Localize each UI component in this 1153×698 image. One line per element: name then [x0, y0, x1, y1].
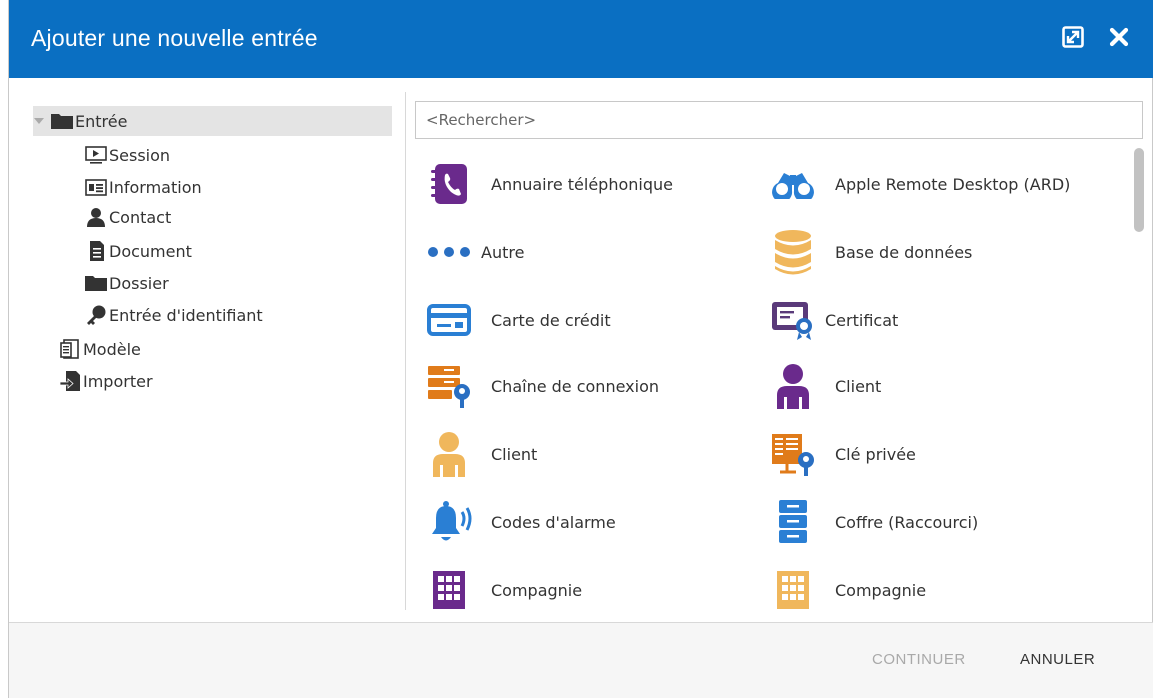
connection-string-icon: [425, 362, 473, 410]
entry-label: Compagnie: [491, 580, 583, 600]
tree-item-label: Importer: [83, 371, 153, 391]
entry-autre[interactable]: Autre: [425, 227, 524, 277]
entry-carte-de-credit[interactable]: Carte de crédit: [425, 295, 611, 345]
entry-label: Annuaire téléphonique: [491, 174, 673, 194]
alarm-icon: [425, 498, 473, 546]
entry-label: Carte de crédit: [491, 310, 611, 330]
contact-icon: [85, 207, 107, 227]
dialog-title: Ajouter une nouvelle entrée: [31, 25, 318, 51]
tree-item-modele[interactable]: Modèle: [59, 334, 141, 364]
tree-item-label: Contact: [109, 207, 172, 227]
company-icon: [769, 566, 817, 610]
import-icon: [59, 371, 81, 391]
maximize-button[interactable]: [1058, 22, 1088, 52]
entry-coffre-raccourci[interactable]: Coffre (Raccourci): [769, 497, 978, 547]
entry-label: Certificat: [825, 310, 899, 330]
entry-compagnie-purple[interactable]: Compagnie: [425, 565, 582, 610]
tree-item-label: Session: [109, 145, 171, 165]
vault-shortcut-icon: [769, 498, 817, 546]
entry-type-grid: Annuaire téléphonique Apple Remote Deskt…: [415, 148, 1131, 610]
entry-grid-scrollbar[interactable]: [1134, 148, 1144, 610]
entry-label: Base de données: [835, 242, 973, 262]
credit-card-icon: [425, 296, 473, 344]
entry-phonebook[interactable]: Annuaire téléphonique: [425, 159, 673, 209]
dialog-footer: CONTINUER ANNULER: [9, 622, 1153, 698]
tree-item-label: Document: [109, 241, 192, 261]
scrollbar-thumb[interactable]: [1134, 148, 1144, 232]
ellipsis-icon: [425, 228, 473, 276]
entry-chaine-de-connexion[interactable]: Chaîne de connexion: [425, 361, 659, 411]
entry-label: Codes d'alarme: [491, 512, 616, 532]
entry-label: Client: [835, 376, 882, 396]
binoculars-icon: [769, 160, 817, 208]
tree-item-contact[interactable]: Contact: [85, 202, 171, 232]
continue-button[interactable]: CONTINUER: [872, 651, 966, 668]
entry-label: Clé privée: [835, 444, 916, 464]
entry-compagnie-orange[interactable]: Compagnie: [769, 565, 926, 610]
tree-item-information[interactable]: Information: [85, 172, 202, 202]
entry-certificat[interactable]: Certificat: [769, 295, 898, 345]
database-icon: [769, 228, 817, 276]
maximize-icon: [1062, 26, 1084, 48]
dialog-title-bar: Ajouter une nouvelle entrée: [9, 0, 1153, 78]
tree-item-entree[interactable]: Entrée: [33, 106, 392, 136]
information-card-icon: [85, 177, 107, 197]
close-button[interactable]: [1104, 22, 1134, 52]
certificate-icon: [769, 296, 817, 344]
entry-client-orange[interactable]: Client: [425, 429, 537, 479]
cancel-button[interactable]: ANNULER: [1020, 651, 1095, 668]
phonebook-icon: [425, 160, 473, 208]
entry-label: Compagnie: [835, 580, 927, 600]
entry-base-de-donnees[interactable]: Base de données: [769, 227, 972, 277]
entry-cle-privee[interactable]: Clé privée: [769, 429, 916, 479]
folder-icon: [85, 273, 107, 293]
private-key-icon: [769, 430, 817, 478]
tree-item-label: Modèle: [83, 339, 141, 359]
tree-item-label: Dossier: [109, 273, 169, 293]
panel-divider: [405, 92, 406, 610]
tree-item-importer[interactable]: Importer: [59, 366, 153, 396]
session-icon: [85, 145, 107, 165]
tree-item-session[interactable]: Session: [85, 140, 170, 170]
document-icon: [85, 241, 107, 261]
key-icon: [85, 305, 107, 325]
tree-item-label: Entrée d'identifiant: [109, 305, 263, 325]
company-icon: [425, 566, 473, 610]
customer-icon: [769, 362, 817, 410]
entry-codes-alarme[interactable]: Codes d'alarme: [425, 497, 616, 547]
entry-label: Chaîne de connexion: [491, 376, 659, 396]
template-icon: [59, 339, 81, 359]
entry-client-purple[interactable]: Client: [769, 361, 881, 411]
close-icon: [1109, 27, 1129, 47]
customer-icon: [425, 430, 473, 478]
entry-label: Autre: [481, 242, 525, 262]
entry-label: Apple Remote Desktop (ARD): [835, 174, 1071, 194]
entry-type-tree: Entrée Session Information Contact Docum: [9, 92, 405, 610]
folder-icon: [51, 111, 73, 131]
tree-item-document[interactable]: Document: [85, 236, 192, 266]
add-entry-dialog: Ajouter une nouvelle entrée Entrée Sessi…: [8, 0, 1153, 698]
entry-apple-remote-desktop[interactable]: Apple Remote Desktop (ARD): [769, 159, 1070, 209]
entry-label: Coffre (Raccourci): [835, 512, 979, 532]
tree-item-label: Information: [109, 177, 202, 197]
entry-label: Client: [491, 444, 538, 464]
tree-item-label: Entrée: [75, 111, 128, 131]
tree-item-dossier[interactable]: Dossier: [85, 268, 169, 298]
tree-item-entree-identifiant[interactable]: Entrée d'identifiant: [85, 300, 263, 330]
chevron-down-icon[interactable]: [33, 111, 45, 131]
search-input[interactable]: [415, 101, 1143, 139]
